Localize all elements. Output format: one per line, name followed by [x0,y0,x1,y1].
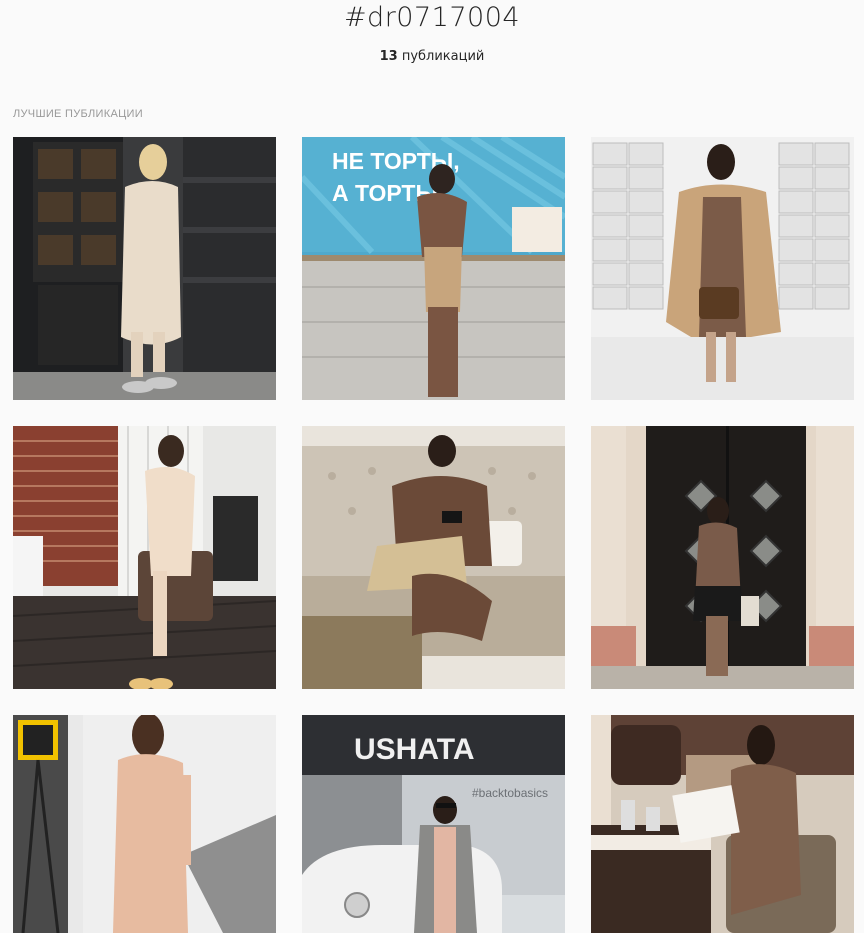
post-tile[interactable] [591,426,854,689]
post-photo [13,715,276,933]
post-tile[interactable]: НЕ ТОРТЫ, А ТОРТЫ [302,137,565,400]
post-tile[interactable] [591,715,854,933]
post-count: 13 публикаций [0,49,864,64]
shop-sign: USHATA [354,733,475,766]
wall-hashtag: #backtobasics [472,786,548,800]
post-photo [13,137,276,400]
post-photo [13,426,276,689]
post-photo: НЕ ТОРТЫ, А ТОРТЫ [302,137,565,400]
post-photo [591,426,854,689]
top-posts-label: ЛУЧШИЕ ПУБЛИКАЦИИ [13,108,143,120]
post-tile[interactable] [13,137,276,400]
hashtag-title: #dr0717004 [343,2,521,33]
post-count-number: 13 [379,49,398,64]
post-photo: USHATA #backtobasics [302,715,565,933]
post-tile[interactable] [302,426,565,689]
post-tile[interactable] [13,715,276,933]
post-photo [591,137,854,400]
post-count-label: публикаций [397,49,485,64]
post-tile[interactable] [13,426,276,689]
post-tile[interactable] [591,137,854,400]
post-photo [591,715,854,933]
post-tile[interactable]: USHATA #backtobasics [302,715,565,933]
post-photo [302,426,565,689]
